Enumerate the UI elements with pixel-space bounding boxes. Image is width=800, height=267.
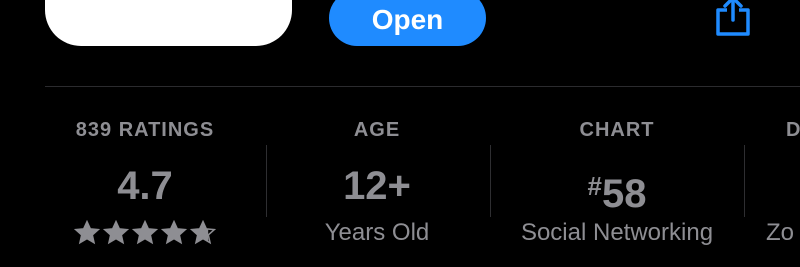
star-icon (74, 220, 100, 245)
chart-rank: #58 (497, 160, 737, 216)
star-icon (190, 220, 216, 245)
chart-rank-hash: # (587, 171, 602, 201)
app-icon (45, 0, 292, 46)
star-rating (45, 216, 245, 250)
ratings-count: 839 RATINGS (75, 119, 215, 141)
age-value: 12+ (343, 164, 411, 208)
developer-name: Zo (766, 219, 795, 246)
developer-header: D (786, 119, 800, 141)
rating-value: 4.7 (117, 164, 173, 208)
age-info[interactable]: AGE 12+ Years Old (277, 112, 477, 267)
age-header: AGE (353, 119, 401, 141)
column-separator (744, 145, 745, 217)
share-icon-glyph (716, 0, 750, 36)
chart-category: Social Networking (520, 219, 714, 246)
ratings-info[interactable]: 839 RATINGS 4.7 (45, 112, 245, 267)
column-separator (266, 145, 267, 217)
app-store-page: Open 839 RATINGS 4.7 AGE 12+ Years Old C… (0, 0, 800, 267)
developer-info[interactable]: D Zo (764, 112, 800, 267)
column-separator (490, 145, 491, 217)
chart-info[interactable]: CHART #58 Social Networking (497, 112, 737, 267)
developer-icon-placeholder (764, 160, 800, 212)
chart-header: CHART (579, 119, 655, 141)
header-divider (45, 86, 800, 87)
share-icon[interactable] (712, 0, 754, 38)
age-subtitle: Years Old (324, 219, 430, 246)
star-icon (132, 220, 158, 245)
chart-rank-number: 58 (601, 172, 647, 216)
star-icon (161, 220, 187, 245)
open-button[interactable]: Open (329, 0, 486, 46)
star-icon (103, 220, 129, 245)
